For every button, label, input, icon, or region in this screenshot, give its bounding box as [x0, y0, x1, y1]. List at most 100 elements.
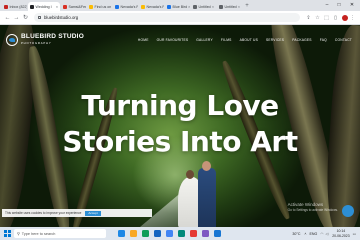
close-tab-icon[interactable]: ×	[237, 5, 240, 9]
share-icon[interactable]: ⇪	[304, 15, 313, 21]
bookmark-star-icon[interactable]: ☆	[313, 15, 322, 21]
tab-favicon-icon	[4, 4, 8, 9]
nav-link[interactable]: OUR FAVOURITES	[157, 38, 189, 42]
close-tab-icon[interactable]: ×	[211, 5, 214, 9]
windows-watermark: Activate Windows Go to Settings to activ…	[288, 202, 338, 213]
lock-icon	[38, 15, 41, 20]
chevron-up-icon[interactable]: ˄	[304, 232, 306, 236]
weather-text: 30°C	[292, 231, 301, 236]
volume-icon[interactable]: ◁	[325, 232, 328, 236]
browser-tab[interactable]: Wedding I ×	[28, 2, 60, 11]
minimize-icon[interactable]: –	[321, 0, 333, 11]
tab-label: Inbox (822)	[9, 4, 28, 9]
browser-tab[interactable]: Nevada's P×	[139, 2, 164, 11]
watermark-title: Activate Windows	[287, 202, 324, 207]
tab-label: Untitled	[198, 4, 211, 9]
new-tab-button[interactable]: +	[243, 2, 251, 11]
bride-head-image	[186, 170, 194, 179]
taskbar-app-icon[interactable]	[214, 230, 221, 237]
tab-favicon-icon	[219, 4, 223, 9]
tab-favicon-icon	[167, 4, 171, 9]
tab-label: Nevada's P	[146, 4, 165, 9]
taskbar-search[interactable]: ⚲ Type here to search	[14, 229, 106, 238]
hero-section: BLUEBIRD STUDIO PHOTOGRAPHY HOME OUR FAVO…	[0, 25, 360, 227]
search-icon: ⚲	[17, 232, 20, 236]
tab-strip: Inbox (822)×Wedding I×Samsi&Fee×Find us …	[0, 0, 360, 11]
cookie-accept-button[interactable]: Accept	[85, 210, 101, 216]
maximize-icon[interactable]: □	[333, 0, 345, 11]
nav-link[interactable]: FAQ	[320, 38, 327, 42]
browser-tab[interactable]: Inbox (822)×	[2, 2, 27, 11]
browser-tab[interactable]: Untitled ×	[191, 2, 216, 11]
nav-link[interactable]: CONTACT	[335, 38, 352, 42]
browser-tab[interactable]: Nevada's R ×	[113, 2, 138, 11]
forward-icon[interactable]: →	[12, 15, 21, 21]
tab-favicon-icon	[30, 4, 34, 9]
windows-start-icon[interactable]	[4, 230, 11, 237]
search-placeholder: Type here to search	[21, 231, 56, 236]
taskbar: ⚲ Type here to search 30°C ˄ ENG ◠ ◁ 10:…	[0, 227, 360, 240]
close-window-icon[interactable]: ✕	[346, 0, 358, 11]
taskbar-app-icon[interactable]	[130, 230, 137, 237]
watermark-subtitle: Go to Settings to activate Windows.	[287, 207, 338, 212]
logo-name: BLUEBIRD STUDIO	[21, 33, 84, 40]
taskbar-app-icon[interactable]	[202, 230, 209, 237]
close-tab-icon[interactable]: ×	[55, 5, 58, 9]
nav-link[interactable]: GALLERY	[196, 38, 213, 42]
taskbar-app-icon[interactable]	[154, 230, 161, 237]
back-icon[interactable]: ←	[3, 15, 12, 21]
wifi-icon[interactable]: ◠	[320, 232, 323, 236]
browser-tab[interactable]: Blue Bird ×	[165, 2, 190, 11]
tab-label: Samsi&Fee	[68, 4, 87, 9]
close-tab-icon[interactable]: ×	[111, 5, 112, 9]
system-tray: 30°C ˄ ENG ◠ ◁ 10:14 20-06-2023 ▭	[292, 229, 356, 237]
site-logo[interactable]: BLUEBIRD STUDIO PHOTOGRAPHY	[6, 33, 84, 47]
cookie-text: This website uses cookies to improve you…	[5, 211, 82, 215]
tab-label: Find us on	[94, 4, 112, 9]
sidebar-icon[interactable]: ▯	[331, 15, 340, 21]
taskbar-app-icon[interactable]	[166, 230, 173, 237]
groom-figure-image	[198, 168, 216, 227]
tab-favicon-icon	[115, 4, 119, 9]
close-tab-icon[interactable]: ×	[187, 5, 190, 9]
clock[interactable]: 10:14 20-06-2023	[332, 229, 349, 237]
taskbar-app-icon[interactable]	[142, 230, 149, 237]
menu-icon[interactable]: ⋮	[348, 15, 357, 21]
cookie-banner: This website uses cookies to improve you…	[2, 209, 152, 217]
browser-tab[interactable]: Find us on×	[87, 2, 112, 11]
hero-headline-line1: Turning Love	[81, 89, 279, 122]
tab-label: Untitled	[224, 4, 237, 9]
extensions-icon[interactable]: ⬚	[322, 15, 331, 21]
tab-favicon-icon	[89, 4, 93, 9]
nav-link[interactable]: HOME	[138, 38, 149, 42]
bluebird-logo-icon	[6, 34, 18, 46]
address-bar[interactable]: bluebirdstudio.org	[34, 13, 300, 22]
tab-label: Blue Bird	[172, 4, 188, 9]
tab-label: Nevada's R	[120, 4, 139, 9]
nav-link[interactable]: SERVICES	[266, 38, 284, 42]
hero-headline-line2: Stories Into Art	[62, 125, 298, 158]
taskbar-apps	[118, 230, 226, 237]
url-text: bluebirdstudio.org	[44, 15, 79, 20]
taskbar-app-icon[interactable]	[178, 230, 185, 237]
nav-link[interactable]: FILMS	[221, 38, 232, 42]
nav-link[interactable]: PACKAGES	[292, 38, 312, 42]
taskbar-app-icon[interactable]	[118, 230, 125, 237]
groom-head-image	[202, 161, 211, 171]
browser-toolbar: ← → ↻ bluebirdstudio.org ⇪ ☆ ⬚ ▯ ⋮	[0, 11, 360, 25]
tab-favicon-icon	[63, 4, 67, 9]
tab-favicon-icon	[193, 4, 197, 9]
browser-tab[interactable]: Untitled ×	[217, 2, 242, 11]
clock-date: 20-06-2023	[332, 233, 350, 238]
nav-link[interactable]: ABOUT US	[240, 38, 258, 42]
taskbar-app-icon[interactable]	[190, 230, 197, 237]
logo-subtitle: PHOTOGRAPHY	[21, 41, 52, 45]
browser-tab[interactable]: Samsi&Fee×	[61, 2, 86, 11]
lang-indicator[interactable]: ENG	[310, 232, 318, 236]
tab-favicon-icon	[141, 4, 145, 9]
site-nav: HOME OUR FAVOURITES GALLERY FILMS ABOUT US SE…	[130, 38, 352, 42]
reload-icon[interactable]: ↻	[21, 14, 30, 21]
notifications-icon[interactable]: ▭	[353, 232, 356, 236]
tab-label: Wedding I	[35, 4, 52, 9]
chat-button[interactable]	[342, 205, 354, 217]
